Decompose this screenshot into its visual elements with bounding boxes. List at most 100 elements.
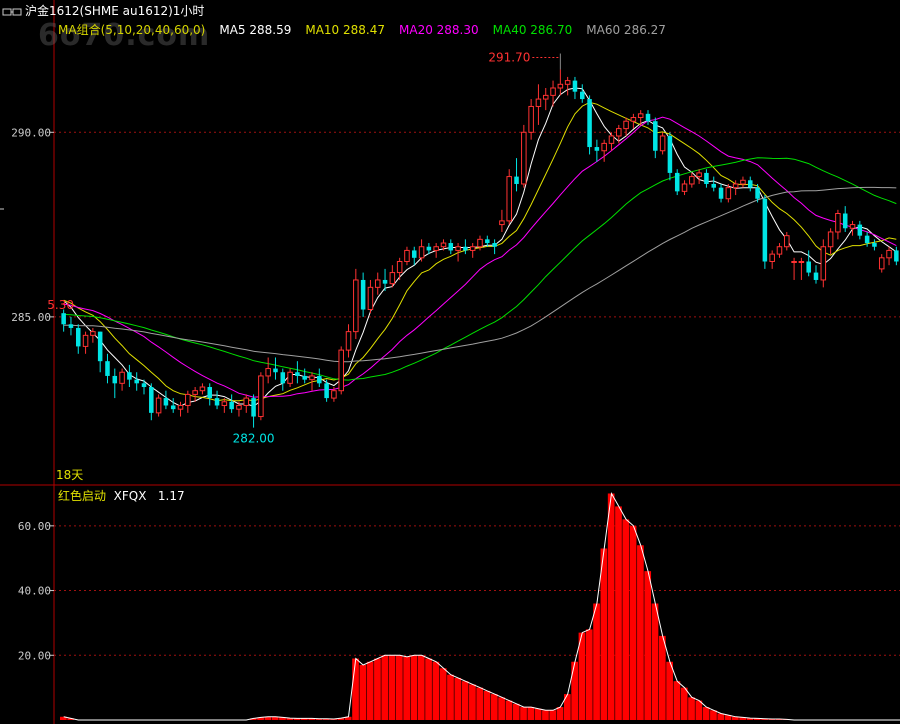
indicator-bar [680, 687, 688, 720]
candle [82, 331, 89, 354]
indicator-bar [615, 506, 622, 720]
indicator-bar [490, 694, 498, 720]
candle [280, 368, 286, 391]
indicator-bar [498, 697, 505, 720]
candle [623, 117, 629, 136]
candle [681, 180, 688, 196]
indicator-bar [447, 674, 454, 720]
indicator-bar [556, 707, 564, 720]
indicator-bar [593, 603, 600, 720]
indicator-bar [585, 629, 593, 720]
candle [258, 372, 264, 421]
indicator-bar [454, 677, 462, 720]
candle [704, 169, 709, 188]
candle [251, 394, 256, 428]
indicator-value: 1.17 [157, 489, 185, 503]
candle [134, 372, 139, 391]
indicator-bar [417, 655, 425, 720]
main-tick-label: 290.00 [11, 126, 51, 139]
candle [448, 239, 454, 255]
ma10-line [63, 101, 897, 402]
candle [798, 257, 805, 280]
candle [119, 368, 125, 391]
candle [872, 239, 877, 251]
candle [185, 390, 191, 413]
indicator-bar [717, 713, 725, 720]
indicator-bar [666, 661, 673, 720]
indicator-bar [688, 697, 695, 720]
indicator-bar [359, 664, 367, 720]
candle [353, 268, 359, 340]
candle [894, 246, 899, 266]
candle [784, 231, 790, 251]
candle [762, 195, 768, 269]
indicator-code: XFQX [113, 489, 147, 503]
indicator-bar [527, 707, 535, 720]
candle [696, 169, 702, 184]
indicator-bar [388, 655, 396, 720]
indicator-bar [622, 519, 630, 720]
candle [149, 383, 154, 421]
candle [75, 324, 81, 354]
candle [411, 246, 417, 266]
candle [791, 257, 797, 280]
window-title[interactable]: 沪金1612(SHME au1612)1小时 [2, 2, 204, 18]
candle [90, 327, 96, 343]
candle [594, 139, 600, 162]
low-price-label: 282.00 [233, 432, 275, 446]
candle [630, 113, 637, 129]
candle [287, 368, 293, 388]
candle [528, 99, 534, 140]
candle [689, 172, 695, 188]
indicator-outline [63, 491, 900, 721]
indicator-bar [651, 603, 659, 720]
indicator-bar [366, 661, 374, 720]
left-price-label: 5.30 [47, 298, 74, 312]
indicator-bar [410, 655, 418, 720]
candle [587, 95, 592, 155]
candle [345, 324, 352, 358]
sub-tick-label: 40.00 [18, 585, 51, 598]
candle [506, 169, 512, 225]
candle [207, 383, 213, 406]
indicator-bar [549, 710, 557, 720]
candle [645, 110, 651, 125]
candle [295, 361, 300, 384]
candle [127, 364, 132, 388]
indicator-legend: 红色启动 XFQX 1.17 [58, 487, 185, 504]
candle [492, 239, 497, 255]
candle [521, 124, 527, 188]
high-price-label: 291.70 [488, 51, 530, 65]
grid-layer [0, 0, 900, 724]
indicator-bar [374, 658, 381, 720]
candle [564, 76, 571, 96]
candle [813, 265, 819, 284]
main-tick-label: 285.00 [11, 311, 51, 324]
candle [711, 176, 717, 192]
candle [469, 243, 476, 258]
indicator-bar [578, 632, 586, 720]
candle [820, 239, 827, 288]
candle [61, 309, 66, 332]
candle [653, 117, 658, 159]
candle [243, 394, 250, 413]
candle [404, 246, 410, 266]
candle [177, 401, 184, 417]
candle [214, 390, 220, 410]
days-label: 18天 [56, 468, 83, 482]
candle [360, 272, 366, 317]
candle [827, 228, 834, 255]
candle [499, 209, 505, 232]
candle [572, 76, 578, 100]
candle [367, 279, 374, 314]
candle [878, 254, 885, 273]
window-restore-icon[interactable] [2, 7, 22, 17]
indicator-bar [658, 635, 666, 720]
indicator-bar [425, 658, 432, 720]
candlestick-series [61, 69, 899, 428]
indicator-bar [432, 661, 440, 720]
indicator-bar [534, 708, 542, 720]
indicator-bar [396, 655, 403, 720]
indicator-bar [673, 681, 681, 720]
indicator-bar [476, 687, 484, 720]
